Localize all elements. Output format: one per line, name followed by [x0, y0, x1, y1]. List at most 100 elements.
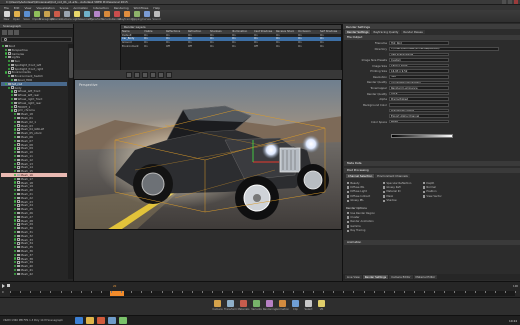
visibility-icon[interactable] [14, 242, 17, 245]
menu-item-visualization[interactable]: Visualization [36, 6, 54, 10]
expand-toggle-icon[interactable] [17, 207, 20, 211]
toolbar-button-curves[interactable]: Curves [142, 11, 151, 21]
channel-checkbox[interactable]: View Vector [423, 194, 442, 198]
checkbox-icon[interactable] [347, 225, 350, 228]
visibility-icon[interactable] [14, 238, 17, 241]
visibility-icon[interactable] [14, 181, 17, 184]
expand-toggle-icon[interactable] [17, 173, 20, 177]
move-tool-icon[interactable] [134, 71, 140, 78]
visibility-icon[interactable] [14, 166, 17, 169]
file-output-section[interactable]: File Output [344, 35, 520, 40]
menu-item-workflows[interactable]: Workflows [134, 6, 149, 10]
checkbox-icon[interactable] [383, 195, 386, 198]
menu-item-view[interactable]: View [24, 6, 31, 10]
visibility-icon[interactable] [14, 132, 17, 135]
post-processing-section[interactable]: Post Processing [344, 168, 520, 173]
checkbox-icon[interactable] [347, 199, 350, 202]
visibility-icon[interactable] [11, 105, 14, 108]
grid-tool-icon[interactable] [166, 71, 172, 78]
expand-toggle-icon[interactable] [17, 116, 20, 120]
module-button-materials[interactable]: Materials [238, 300, 249, 314]
column-header[interactable]: Illumination [231, 30, 253, 33]
visibility-icon[interactable] [14, 170, 17, 173]
visibility-icon[interactable] [8, 67, 11, 70]
visibility-icon[interactable] [14, 215, 17, 218]
expand-toggle-icon[interactable] [17, 261, 20, 264]
visibility-icon[interactable] [14, 162, 17, 165]
expand-toggle-icon[interactable] [14, 101, 17, 105]
expand-toggle-icon[interactable] [14, 90, 17, 93]
expand-toggle-icon[interactable] [17, 185, 20, 188]
module-button-camera[interactable]: Camera [212, 300, 223, 314]
visibility-icon[interactable] [14, 185, 17, 188]
menu-item-help[interactable]: Help [153, 6, 160, 10]
expand-toggle-icon[interactable] [8, 71, 11, 74]
media-icon[interactable] [97, 317, 105, 324]
expand-toggle-icon[interactable] [8, 56, 11, 59]
expand-toggle-icon[interactable] [17, 132, 20, 135]
expand-toggle-icon[interactable] [5, 44, 8, 48]
scenegraph-search-input[interactable] [1, 37, 72, 42]
expand-toggle-icon[interactable] [17, 257, 20, 260]
visibility-icon[interactable] [14, 249, 17, 253]
toolbar-button-clipping[interactable]: Clipping [131, 11, 142, 21]
explorer-icon[interactable] [86, 317, 94, 324]
settings-field[interactable] [389, 103, 449, 107]
visibility-icon[interactable] [14, 139, 17, 142]
checkbox-icon[interactable] [423, 195, 426, 198]
expand-toggle-icon[interactable] [8, 82, 11, 86]
visibility-icon[interactable] [14, 204, 17, 207]
expand-toggle-icon[interactable] [17, 143, 20, 146]
expand-toggle-icon[interactable] [17, 223, 20, 226]
checkbox-icon[interactable] [383, 186, 386, 189]
expand-toggle-icon[interactable] [14, 94, 17, 97]
vred-icon[interactable] [108, 317, 116, 324]
visibility-icon[interactable] [14, 261, 17, 264]
visibility-icon[interactable] [8, 63, 11, 66]
checkbox-icon[interactable] [383, 182, 386, 185]
visibility-icon[interactable] [14, 116, 17, 120]
expand-toggle-icon[interactable] [17, 147, 20, 150]
tab-render-settings[interactable]: Render Settings [345, 30, 371, 34]
checkbox-icon[interactable] [347, 216, 350, 219]
visibility-icon[interactable] [14, 143, 17, 146]
expand-toggle-icon[interactable] [11, 75, 14, 78]
column-header[interactable]: Refraction [187, 30, 209, 33]
showcase-icon[interactable] [119, 317, 127, 324]
visibility-icon[interactable] [14, 128, 17, 131]
animation-section[interactable]: Animation [344, 240, 520, 245]
visibility-icon[interactable] [11, 94, 14, 97]
settings-field[interactable]: Reinhard Luminance [389, 86, 449, 90]
play-icon[interactable] [2, 284, 5, 288]
checkbox-icon[interactable] [423, 190, 426, 194]
checkbox-icon[interactable] [347, 229, 350, 232]
checkbox-icon[interactable] [347, 220, 350, 224]
column-header[interactable]: Reflections [165, 30, 187, 33]
dock-tab[interactable]: Live View [345, 275, 362, 279]
menu-item-edit[interactable]: Edit [14, 6, 20, 10]
expand-toggle-icon[interactable] [17, 268, 20, 272]
meta-data-section[interactable]: Meta Data [344, 161, 520, 166]
background-color-slider[interactable] [391, 134, 453, 138]
expand-toggle-icon[interactable] [17, 177, 20, 180]
column-header[interactable]: Shadows [209, 30, 231, 33]
expand-toggle-icon[interactable] [17, 139, 20, 143]
visibility-icon[interactable] [14, 177, 17, 180]
module-button-select[interactable]: Select [303, 300, 314, 314]
expand-toggle-icon[interactable] [17, 158, 20, 161]
visibility-icon[interactable] [14, 272, 17, 275]
maximize-icon[interactable] [508, 0, 512, 4]
visibility-icon[interactable] [14, 219, 17, 222]
channel-checkbox[interactable]: Shadow [383, 199, 411, 203]
expand-toggle-icon[interactable] [17, 151, 20, 154]
settings-field[interactable]: Custom [389, 58, 449, 62]
table-row[interactable]: Environment On Off Off On On Off On On On [121, 44, 341, 48]
visibility-icon[interactable] [11, 97, 14, 101]
toolbar-button-variants[interactable]: Variants [101, 11, 112, 21]
settings-field[interactable]: Hot_Rod [389, 41, 449, 46]
toolbar-button-materials[interactable]: Materials [51, 11, 62, 21]
render-viewport[interactable]: Perspective [74, 79, 342, 230]
settings-field[interactable]: Premultiply Alpha [389, 108, 449, 113]
expand-toggle-icon[interactable] [17, 234, 20, 237]
visibility-icon[interactable] [11, 101, 14, 104]
